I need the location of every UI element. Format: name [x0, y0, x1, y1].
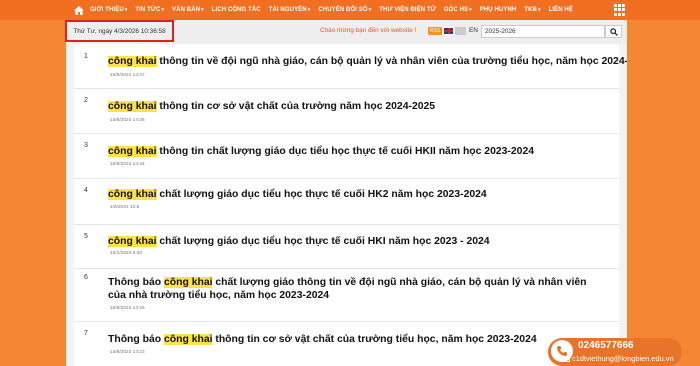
item-date: 15/8/2024 14:47: [110, 73, 145, 78]
uk-flag-icon[interactable]: [443, 27, 454, 35]
item-number: 7: [84, 330, 88, 337]
nav-item[interactable]: LIÊN HỆ: [549, 7, 573, 13]
nav-item-label: TÀI NGUYÊN: [268, 7, 307, 13]
nav-item[interactable]: GÓC HS▾: [444, 7, 472, 13]
nav-item-label: PHỤ HUYNH: [479, 7, 517, 13]
search-highlight: công khai: [163, 277, 213, 288]
item-date: 1/6/2024 10:5: [110, 205, 140, 210]
nav-item-label: VĂN BẢN: [172, 7, 201, 13]
search-highlight: công khai: [108, 189, 157, 200]
title-text: chất lượng giáo dục tiểu học thực tế cuố…: [156, 236, 490, 247]
title-text: thông tin cơ sở vật chất của trường năm …: [156, 101, 436, 112]
item-number: 5: [84, 233, 88, 240]
rss-button[interactable]: RSS: [428, 27, 443, 35]
title-text: thông tin chất lượng giáo dục tiểu học t…: [156, 146, 534, 157]
nav-item[interactable]: TKB▾: [524, 7, 540, 13]
nav-item-label: LIÊN HỆ: [548, 7, 573, 13]
list-item[interactable]: 3 công khai thông tin chất lượng giáo dục…: [74, 133, 619, 179]
nav-item[interactable]: PHỤ HUYNH: [480, 7, 517, 13]
nav-item[interactable]: LỊCH CÔNG TÁC: [212, 7, 261, 13]
nav-item-label: TIN TỨC: [135, 7, 161, 13]
search-highlight: công khai: [108, 56, 157, 67]
nav-item[interactable]: GIỚI THIỆU▾: [90, 7, 127, 13]
nav-menu: GIỚI THIỆU▾ TIN TỨC▾ VĂN BẢN▾ LỊCH CÔNG TÁC…: [90, 7, 581, 13]
item-number: 2: [84, 97, 88, 104]
item-number: 3: [84, 142, 88, 149]
nav-item-label: GIỚI THIỆU: [90, 7, 124, 13]
nav-item[interactable]: TIN TỨC▾: [135, 7, 164, 13]
item-title-link[interactable]: Thông báo công khai chất lượng giáo thôn…: [108, 276, 598, 302]
apps-grid-icon[interactable]: [614, 4, 626, 16]
item-number: 4: [84, 187, 88, 194]
nav-item[interactable]: THƯ VIỆN ĐIỆN TỬ: [379, 7, 436, 13]
nav-item-label: GÓC HS: [443, 7, 469, 13]
top-navigation-bar: GIỚI THIỆU▾ TIN TỨC▾ VĂN BẢN▾ LỊCH CÔNG TÁC…: [0, 0, 700, 20]
item-number: 1: [84, 53, 88, 60]
caret-down-icon: ▾: [307, 7, 311, 13]
nav-item[interactable]: TÀI NGUYÊN▾: [269, 7, 311, 13]
item-date: 15/1/2024 8:30: [110, 251, 143, 256]
nav-item-label: CHUYỂN ĐỔI SỐ: [318, 7, 368, 13]
item-number: 6: [84, 274, 88, 281]
title-text: thông tin về đội ngũ nhà giáo, cán bộ qu…: [156, 56, 627, 67]
item-title-link[interactable]: công khai chất lượng giáo dục tiểu học t…: [108, 188, 487, 201]
nav-item[interactable]: CHUYỂN ĐỔI SỐ▾: [318, 7, 371, 13]
contact-email[interactable]: c1dtviethung@longbien.edu.vn: [572, 354, 674, 363]
welcome-text: Chào mừng bạn đến với website !: [320, 27, 417, 34]
search-highlight: công khai: [108, 101, 157, 112]
caret-down-icon: ▾: [537, 7, 541, 13]
right-gutter: [619, 44, 627, 366]
list-item[interactable]: 6 Thông báo công khai chất lượng giáo thô…: [74, 268, 619, 322]
caret-down-icon: ▾: [368, 7, 372, 13]
item-title-link[interactable]: công khai thông tin chất lượng giáo dục …: [108, 145, 534, 158]
item-title-link[interactable]: công khai thông tin về đội ngũ nhà giáo,…: [108, 55, 627, 68]
list-item[interactable]: 1 công khai thông tin về đội ngũ nhà giáo…: [74, 44, 627, 89]
nav-item-label: TKB: [524, 7, 537, 13]
announcement-list: 1 công khai thông tin về đội ngũ nhà giáo…: [66, 44, 627, 366]
list-item[interactable]: 7 Thông báo công khai thông tin cơ sở vật…: [74, 321, 619, 366]
search-highlight: công khai: [163, 334, 213, 345]
nav-item-label: THƯ VIỆN ĐIỆN TỬ: [379, 7, 436, 13]
language-label[interactable]: EN: [469, 27, 478, 34]
title-prefix: Thông báo: [108, 334, 164, 345]
search-button[interactable]: [605, 25, 622, 38]
item-date: 15/8/2024 14:44: [110, 162, 145, 167]
vn-flag-icon[interactable]: [455, 27, 466, 35]
left-gutter: [66, 44, 74, 366]
search-icon: [609, 27, 618, 36]
list-item[interactable]: 2 công khai thông tin cơ sở vật chất của …: [74, 88, 619, 134]
phone-icon: [557, 346, 567, 356]
title-text: chất lượng giáo dục tiểu học thực tế cuố…: [156, 189, 487, 200]
hotline-number[interactable]: 0246577666: [578, 340, 634, 351]
school-year-select[interactable]: 2025-2026: [481, 25, 605, 38]
search-highlight: công khai: [108, 146, 157, 157]
item-date: 15/8/2023 14:23: [110, 350, 145, 355]
home-icon[interactable]: [72, 3, 86, 17]
mail-icon: [563, 357, 570, 362]
item-title-link[interactable]: Thông báo công khai thông tin cơ sở vật …: [108, 333, 537, 346]
date-time-display: Thứ Tư, ngày 4/3/2026 10:36:58: [65, 20, 174, 42]
caret-down-icon: ▾: [124, 7, 128, 13]
caret-down-icon: ▾: [201, 7, 204, 13]
item-title-link[interactable]: công khai chất lượng giáo dục tiểu học t…: [108, 235, 490, 248]
item-date: 15/8/2023 14:25: [110, 306, 145, 311]
title-prefix: Thông báo: [108, 277, 164, 288]
list-item[interactable]: 5 công khai chất lượng giáo dục tiểu học …: [74, 224, 619, 269]
search-highlight: công khai: [108, 236, 157, 247]
caret-down-icon: ▾: [161, 7, 165, 13]
item-date: 15/8/2024 14:46: [110, 118, 145, 123]
nav-item[interactable]: VĂN BẢN▾: [172, 7, 204, 13]
nav-item-label: LỊCH CÔNG TÁC: [211, 7, 261, 13]
item-title-link[interactable]: công khai thông tin cơ sở vật chất của t…: [108, 100, 435, 113]
caret-down-icon: ▾: [469, 7, 472, 13]
list-item[interactable]: 4 công khai chất lượng giáo dục tiểu học …: [74, 178, 619, 225]
title-text: thông tin cơ sở vật chất của trường tiểu…: [212, 334, 537, 345]
